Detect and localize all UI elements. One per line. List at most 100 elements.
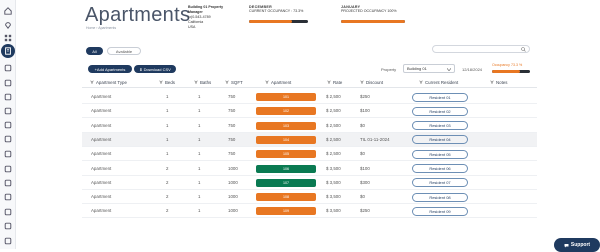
cell-sqft: 750 <box>228 122 236 128</box>
download-csv-button[interactable]: ⬇ Download CSV <box>134 65 176 73</box>
location-icon[interactable] <box>3 20 13 30</box>
column-header-label: Current Resident <box>425 80 459 85</box>
breadcrumb[interactable]: Home › Apartments <box>86 26 116 30</box>
cell-baths: 1 <box>198 165 201 171</box>
calendar-icon[interactable] <box>3 63 13 73</box>
date-label: 12/18/2024 <box>462 67 483 72</box>
apartment-badge[interactable]: 106 <box>256 164 316 173</box>
column-header[interactable]: Baths <box>194 80 211 85</box>
bank-icon[interactable] <box>3 106 13 116</box>
occupancy-mini: Occupancy 73.3 % <box>492 63 522 67</box>
cell-beds: 1 <box>166 151 169 157</box>
cart-icon[interactable] <box>3 120 13 130</box>
table-row[interactable]: Apartment 1 1 750 $ 2,500 TIL 01-11-2024 104 Re… <box>82 132 537 147</box>
column-header-label: Notes <box>496 80 508 85</box>
column-header[interactable]: Apartment <box>265 80 291 85</box>
home-icon[interactable] <box>3 6 13 16</box>
resident-button[interactable]: Resident 08 <box>412 192 468 202</box>
column-header-label: Rate <box>333 80 343 85</box>
column-header-label: Discount <box>366 80 384 85</box>
resident-button[interactable]: Resident 02 <box>412 106 468 116</box>
cell-type: Apartment <box>91 108 112 114</box>
cell-type: Apartment <box>91 151 112 157</box>
sort-icon <box>90 80 94 85</box>
projected-occupancy: JANUARY PROJECTED OCCUPANCY 100% <box>341 5 397 13</box>
document-icon[interactable] <box>3 178 13 188</box>
table-row[interactable]: Apartment 1 1 750 $ 2,500 $0 103 Resident 03 <box>82 119 537 133</box>
gear-icon[interactable] <box>3 221 13 231</box>
resident-button[interactable]: Resident 09 <box>412 206 468 216</box>
tag-icon[interactable] <box>3 207 13 217</box>
table-row[interactable]: Apartment 2 1 1000 $ 3,500 $250 109 Resident 09 <box>82 204 537 219</box>
people-icon[interactable] <box>3 149 13 159</box>
list-icon[interactable] <box>3 92 13 102</box>
chat-icon <box>564 243 569 247</box>
resident-button[interactable]: Resident 07 <box>412 178 468 188</box>
apartment-badge[interactable]: 107 <box>256 178 316 187</box>
table-row[interactable]: Apartment 1 1 750 $ 2,500 $250 101 Resident 01 <box>82 90 537 104</box>
projected-occupancy-fill <box>341 20 405 23</box>
apartment-badge[interactable]: 104 <box>256 135 316 144</box>
grid-icon[interactable] <box>3 33 13 43</box>
column-header-label: Apartment Type <box>96 80 127 85</box>
column-header[interactable]: Current Resident <box>419 80 458 85</box>
column-header[interactable]: SQFT <box>225 80 243 85</box>
occupancy-mini-fill <box>492 70 520 73</box>
page-title: Apartments <box>85 4 191 26</box>
columns-icon[interactable] <box>3 236 13 246</box>
apartment-badge[interactable]: 101 <box>256 93 316 101</box>
cell-beds: 1 <box>166 136 169 142</box>
cell-beds: 2 <box>166 179 169 185</box>
current-occupancy-fill <box>249 20 293 23</box>
cell-baths: 1 <box>198 94 201 99</box>
apartment-badge[interactable]: 102 <box>256 107 316 116</box>
apartment-badge[interactable]: 108 <box>256 193 316 202</box>
current-occupancy-bar <box>249 20 308 23</box>
search-input[interactable] <box>432 45 530 53</box>
property-label: Property <box>381 67 397 72</box>
cell-discount: $0 <box>360 194 365 200</box>
table-header: Apartment Type Beds Baths SQFT Apartment Rate… <box>82 78 537 88</box>
column-header[interactable]: Beds <box>159 80 175 85</box>
resident-button[interactable]: Resident 01 <box>412 92 468 102</box>
table-row[interactable]: Apartment 2 1 1000 $ 3,500 $0 108 Resident 08 <box>82 190 537 205</box>
resident-button[interactable]: Resident 04 <box>412 135 468 145</box>
table-row[interactable]: Apartment 1 1 750 $ 2,500 $0 105 Resident 05 <box>82 147 537 162</box>
resident-button[interactable]: Resident 06 <box>412 164 468 173</box>
add-apartments-button[interactable]: +Add Apartments <box>88 65 132 73</box>
file-icon[interactable] <box>3 78 13 88</box>
building-icon[interactable] <box>1 44 15 58</box>
mail-icon[interactable] <box>3 164 13 174</box>
cell-type: Apartment <box>91 179 112 185</box>
cell-beds: 2 <box>166 208 169 214</box>
cell-discount: $100 <box>360 165 370 171</box>
column-header[interactable]: Rate <box>327 80 342 85</box>
person-icon[interactable] <box>3 134 13 144</box>
projected-occupancy-label: PROJECTED OCCUPANCY 100% <box>341 9 397 13</box>
search-icon <box>521 47 526 52</box>
cell-rate: $ 3,500 <box>326 165 341 171</box>
cell-discount: $250 <box>360 208 370 214</box>
table-row[interactable]: Apartment 2 1 1000 $ 3,500 $100 106 Resident 06 <box>82 162 537 176</box>
chat-icon[interactable] <box>3 192 13 202</box>
property-select[interactable]: Building 01 <box>403 64 455 73</box>
support-button[interactable]: Support <box>554 238 600 252</box>
apartment-badge[interactable]: 103 <box>256 121 316 130</box>
resident-button[interactable]: Resident 05 <box>412 149 468 159</box>
resident-button[interactable]: Resident 03 <box>412 121 468 131</box>
cell-sqft: 750 <box>228 136 236 142</box>
column-header[interactable]: Notes <box>490 80 507 85</box>
current-occupancy-label: CURRENT OCCUPANCY : 73.3% <box>249 9 304 13</box>
table-row[interactable]: Apartment 2 1 1000 $ 3,500 $300 107 Resident 07 <box>82 176 537 190</box>
table-row[interactable]: Apartment 1 1 750 $ 2,500 $100 102 Resident 02 <box>82 104 537 119</box>
filter-available-button[interactable]: Available <box>107 47 141 55</box>
apartment-badge[interactable]: 105 <box>256 150 316 159</box>
apartment-badge[interactable]: 109 <box>256 207 316 216</box>
cell-sqft: 1000 <box>228 194 238 200</box>
filter-all-button[interactable]: All <box>86 47 103 55</box>
column-header[interactable]: Apartment Type <box>90 80 127 85</box>
cell-baths: 1 <box>198 208 201 214</box>
cell-type: Apartment <box>91 208 112 214</box>
cell-sqft: 750 <box>228 108 236 114</box>
column-header[interactable]: Discount <box>360 80 383 85</box>
